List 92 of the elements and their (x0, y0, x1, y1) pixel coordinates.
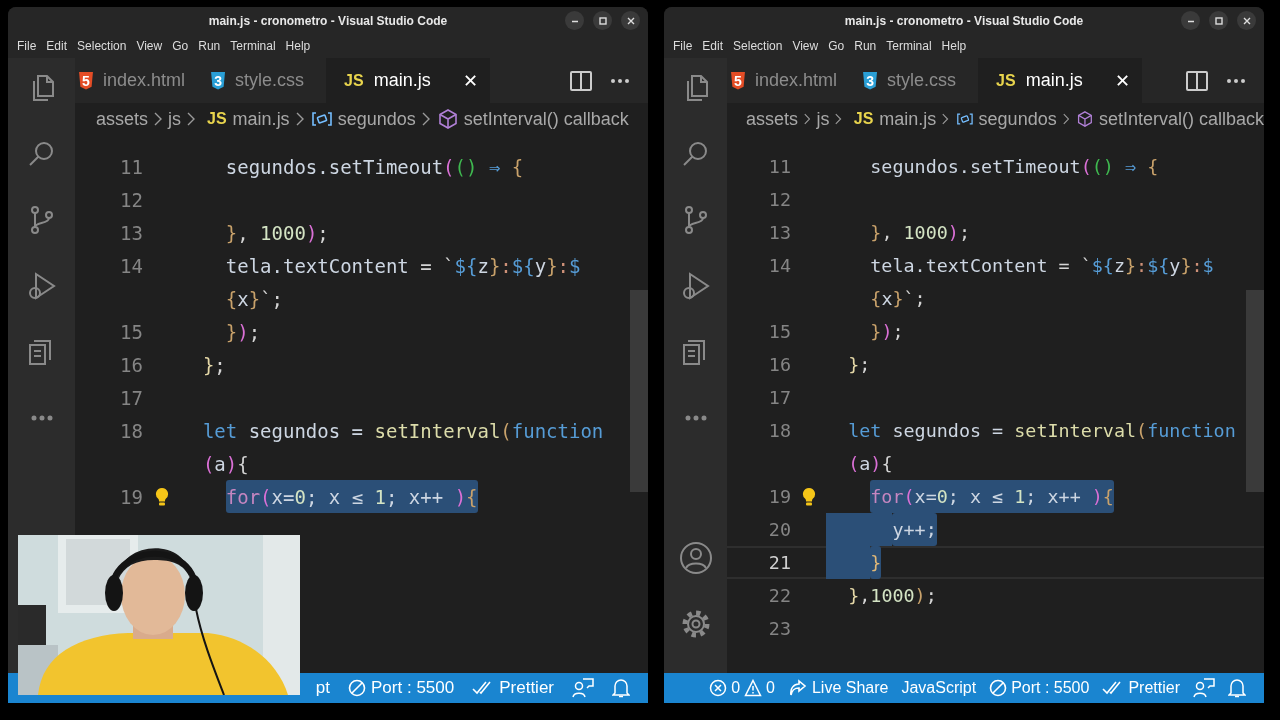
line-number: 18 (120, 419, 143, 442)
css-file-icon: 3 (863, 71, 878, 90)
line-number: 21 (768, 552, 791, 573)
code-line: (a){ (202, 451, 249, 477)
breadcrumb-item[interactable]: main.js (879, 108, 937, 130)
line-number: 13 (768, 222, 791, 243)
code-line: tela.textContent = `${z}:${y}:$ (225, 253, 581, 279)
code-line: {x}`; (870, 287, 926, 311)
editor-tab[interactable]: 5 index.html (75, 58, 208, 103)
code-line: segundos.setTimeout(() ⇒ { (225, 154, 524, 180)
breadcrumb-item[interactable]: segundos (337, 108, 416, 130)
menu-item[interactable]: Terminal (881, 39, 937, 53)
line-number: 14 (120, 254, 143, 277)
menu-item[interactable]: File (668, 39, 698, 53)
css-file-icon: 3 (211, 71, 226, 90)
line-number: 19 (120, 485, 143, 508)
prettier-button[interactable]: Prettier (472, 678, 554, 698)
code-line: }, 1000); (870, 221, 970, 245)
close-tab-icon[interactable]: ✕ (462, 69, 478, 92)
line-number: 18 (768, 420, 791, 441)
code-line: }, 1000); (225, 220, 329, 246)
breadcrumb-item[interactable]: setInterval() callback (463, 108, 629, 130)
code-line: segundos.setTimeout(() ⇒ { (870, 155, 1159, 179)
menu-item[interactable]: Edit (697, 39, 729, 53)
code-line: tela.textContent = `${z}:${y}:$ (870, 254, 1214, 278)
code-line: }); (225, 319, 261, 345)
code-line: (a){ (848, 452, 893, 476)
breadcrumb-item[interactable]: setInterval() callback (1098, 108, 1264, 130)
menu-item[interactable]: Go (167, 39, 194, 53)
js-file-icon: JS (996, 71, 1016, 90)
editor-tab[interactable]: 3 style.css (207, 58, 327, 103)
language-mode-button[interactable]: pt (315, 678, 331, 698)
line-number: 15 (120, 320, 143, 343)
line-number: 22 (768, 585, 791, 606)
line-number: 14 (768, 255, 791, 276)
menu-item[interactable]: View (131, 39, 168, 53)
line-number: 12 (120, 188, 143, 211)
breadcrumb-item[interactable]: assets (96, 108, 149, 130)
problems-button[interactable]: 0 0 (709, 679, 775, 697)
breadcrumb-item[interactable]: js (168, 108, 182, 130)
menu-item[interactable]: Go (823, 39, 850, 53)
breadcrumb-item[interactable]: segundos (978, 108, 1057, 130)
line-number: 19 (768, 486, 791, 507)
code-line: } (870, 546, 882, 579)
line-number: 16 (768, 354, 791, 375)
code-line: }; (202, 352, 226, 378)
code-line: }; (848, 353, 871, 377)
live-share-button[interactable]: Live Share (787, 679, 889, 697)
port-button[interactable]: Port : 5500 (348, 678, 455, 698)
editor-tab[interactable]: 5 index.html (727, 58, 860, 103)
line-number: 17 (120, 386, 143, 409)
editor-tab[interactable]: JS main.js ✕ (326, 58, 490, 103)
code-line: let segundos = setInterval(function (848, 419, 1236, 443)
js-file-icon: JS (344, 71, 364, 90)
menu-item[interactable]: Run (193, 39, 226, 53)
menu-item[interactable]: Terminal (225, 39, 281, 53)
breadcrumb-item[interactable]: assets (746, 108, 799, 130)
breadcrumb-item[interactable]: js (816, 108, 830, 130)
html-file-icon: 5 (731, 71, 745, 90)
code-line: let segundos = setInterval(function (202, 418, 604, 444)
editor-tab[interactable]: 3 style.css (859, 58, 979, 103)
line-number: 12 (768, 189, 791, 210)
menu-item[interactable]: Selection (72, 39, 132, 53)
line-number: 17 (768, 387, 791, 408)
menu-item[interactable]: Selection (728, 39, 788, 53)
html-file-icon: 5 (79, 71, 93, 90)
line-number: 11 (768, 156, 791, 177)
line-number: 16 (120, 353, 143, 376)
js-file-icon: JS (207, 110, 227, 128)
breadcrumb-item[interactable]: main.js (232, 108, 290, 130)
code-line: }); (870, 320, 904, 344)
code-line: },1000); (848, 584, 937, 608)
line-number: 20 (768, 519, 791, 540)
menu-item[interactable]: Edit (41, 39, 73, 53)
js-file-icon: JS (853, 110, 874, 128)
line-number: 15 (768, 321, 791, 342)
line-number: 13 (120, 221, 143, 244)
code-line: {x}`; (225, 286, 283, 312)
prettier-button[interactable]: Prettier (1102, 679, 1180, 697)
menu-item[interactable]: Run (849, 39, 882, 53)
menu-item[interactable]: View (787, 39, 824, 53)
language-mode-button[interactable]: JavaScript (901, 679, 977, 697)
menu-item[interactable]: Help (936, 39, 972, 53)
menu-item[interactable]: File (12, 39, 42, 53)
close-tab-icon[interactable]: ✕ (1114, 69, 1130, 92)
window-title: main.js - cronometro - Visual Studio Code (844, 13, 1084, 28)
menu-item[interactable]: Help (280, 39, 316, 53)
window-title: main.js - cronometro - Visual Studio Code (208, 13, 448, 28)
line-number: 23 (768, 618, 791, 639)
editor-tab[interactable]: JS main.js ✕ (978, 58, 1142, 103)
line-number: 11 (120, 155, 143, 178)
port-button[interactable]: Port : 5500 (989, 679, 1090, 697)
